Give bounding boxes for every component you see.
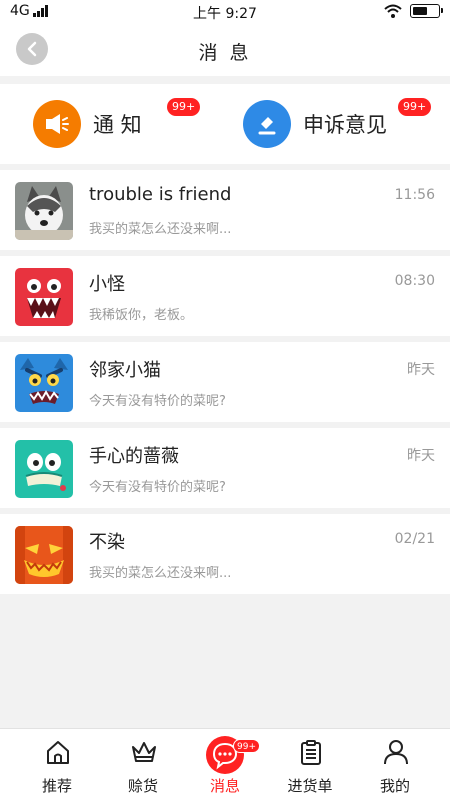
message-preview: 我稀饭你，老板。 [89, 308, 194, 323]
tab-label: 我的 [379, 777, 410, 795]
message-time: 昨天 [407, 362, 435, 378]
pumpkin-avatar [15, 526, 73, 584]
tab-purchase-list[interactable]: 进货单 [265, 729, 355, 800]
tab-label: 进货单 [287, 777, 333, 795]
message-list: trouble is friend 11:56 我买的菜怎么还没来啊... 小怪… [0, 170, 450, 600]
notice-label: 通 知 [93, 113, 142, 137]
message-preview: 今天有没有特价的菜呢? [89, 480, 226, 495]
category-bar: 通 知 99+ 申诉意见 99+ [0, 84, 450, 164]
red-monster-avatar [15, 268, 73, 326]
message-preview: 我买的菜怎么还没来啊... [89, 566, 232, 581]
battery-fill [413, 7, 427, 15]
gavel-icon [243, 100, 291, 148]
tab-label: 赊货 [127, 777, 158, 795]
crown-icon [132, 742, 156, 762]
contact-name: 邻家小猫 [89, 360, 161, 381]
tab-credit[interactable]: 赊货 [98, 729, 188, 800]
status-time: 上午 9:27 [193, 6, 257, 22]
bottom-tab-bar: 推荐 赊货 99+ 消息 进货单 我的 [0, 728, 450, 800]
message-item[interactable]: 手心的蔷薇 昨天 今天有没有特价的菜呢? [0, 428, 450, 508]
appeal-badge: 99+ [398, 98, 432, 116]
message-item[interactable]: 小怪 08:30 我稀饭你，老板。 [0, 256, 450, 336]
status-bar: 4G 上午 9:27 [0, 0, 450, 24]
message-time: 02/21 [394, 531, 435, 547]
wifi-icon [384, 4, 402, 18]
appeal-category[interactable]: 申诉意见 [243, 100, 387, 148]
clipboard-icon [301, 740, 321, 765]
contact-name: 手心的蔷薇 [89, 446, 179, 467]
blue-monster-avatar [15, 354, 73, 412]
green-monster-avatar [15, 440, 73, 498]
notice-badge: 99+ [167, 98, 201, 116]
tab-recommend[interactable]: 推荐 [12, 729, 102, 800]
appeal-label: 申诉意见 [303, 113, 387, 137]
home-icon [47, 741, 69, 764]
tab-badge: 99+ [233, 739, 260, 753]
tab-label: 消息 [209, 777, 240, 795]
message-time: 昨天 [407, 448, 435, 464]
message-preview: 我买的菜怎么还没来啊... [89, 222, 232, 237]
notice-category[interactable]: 通 知 [33, 100, 142, 148]
contact-name: 不染 [89, 532, 125, 553]
megaphone-icon [33, 100, 81, 148]
status-right [384, 4, 443, 18]
page-title: 消 息 [198, 42, 252, 64]
husky-dog-avatar [15, 182, 73, 240]
message-item[interactable]: trouble is friend 11:56 我买的菜怎么还没来啊... [0, 170, 450, 250]
tab-mine[interactable]: 我的 [350, 729, 440, 800]
message-preview: 今天有没有特价的菜呢? [89, 394, 226, 409]
battery-icon [410, 4, 443, 18]
tab-messages[interactable]: 99+ 消息 [180, 729, 270, 800]
contact-name: trouble is friend [89, 184, 232, 205]
message-time: 11:56 [394, 187, 435, 203]
contact-name: 小怪 [89, 274, 125, 295]
message-item[interactable]: 邻家小猫 昨天 今天有没有特价的菜呢? [0, 342, 450, 422]
user-icon [384, 740, 408, 765]
nav-bar: 消 息 [0, 24, 450, 76]
tab-label: 推荐 [41, 777, 72, 795]
message-time: 08:30 [394, 273, 435, 289]
message-item[interactable]: 不染 02/21 我买的菜怎么还没来啊... [0, 514, 450, 594]
